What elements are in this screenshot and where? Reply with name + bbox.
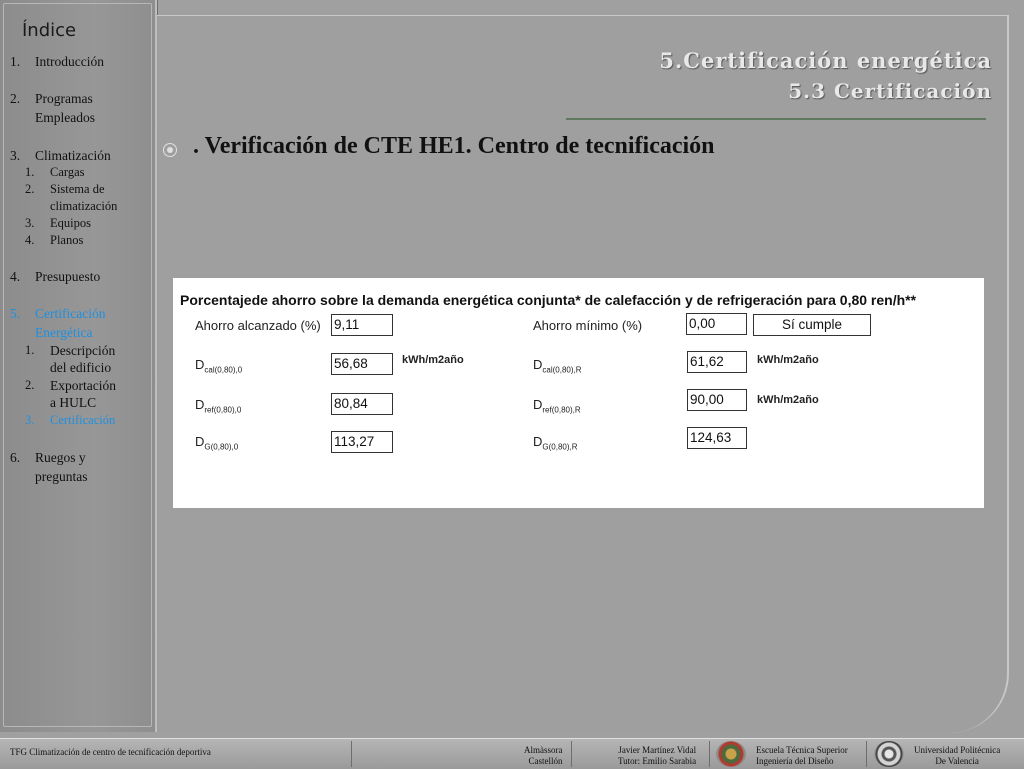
unit-label: kWh/m2año [757,394,819,406]
toc-label: Ruegos y preguntas [35,450,88,484]
footer-bar: TFG Climatización de centro de tecnifica… [0,738,1024,769]
toc-label: Introducción [35,54,104,69]
dcal-value: 56,68 [331,353,393,375]
sidebar-index: Índice 1. Introducción 2. Programas Empl… [0,0,158,732]
footer-place: Almàssora Castellón [524,745,563,766]
slide-title: 5.Certificación energética [659,48,992,73]
footer-university: Universidad Politécnica De Valencia [914,745,1001,766]
dref-r-label: Dref(0,80),R [533,397,581,415]
slide-subtitle: 5.3 Certificación [788,79,992,103]
ahorro-minimo-label: Ahorro mínimo (%) [533,318,643,333]
toc-label: Certificación Energética [35,306,106,340]
footer-author: Javier Martínez Vidal Tutor: Emilio Sarab… [618,745,697,766]
dcal-ref-label: Dcal(0,80),0 [195,357,243,375]
toc-label: Climatización [35,148,111,163]
footer-divider [351,741,352,767]
dg-label: DG(0,80),0 [195,434,239,452]
title-underline [566,118,986,120]
sidebar-title: Índice [22,20,77,41]
verification-table: Porcentajede ahorro sobre la demanda ene… [173,278,984,508]
dref-label: Dref(0,80),0 [195,397,242,415]
footer-divider [571,741,572,767]
toc-label: Presupuesto [35,269,101,284]
unit-label: kWh/m2año [402,354,464,366]
slide: Índice 1. Introducción 2. Programas Empl… [0,0,1024,769]
dcal-r-value: 61,62 [687,351,747,373]
dcal-r-label: Dcal(0,80),R [533,357,582,375]
unit-label: kWh/m2año [757,354,819,366]
dref-value: 80,84 [331,393,393,415]
table-title: Porcentajede ahorro sobre la demanda ene… [180,292,917,308]
footer-school: Escuela Técnica Superior Ingeniería del D… [756,745,848,766]
bullet-heading: . Verificación de CTE HE1. Centro de tec… [193,133,715,159]
ahorro-alcanzado-label: Ahorro alcanzado (%) [195,318,321,333]
footer-divider [709,741,710,767]
dg-r-value: 124,63 [687,427,747,449]
footer-divider [866,741,867,767]
footer-project: TFG Climatización de centro de tecnifica… [10,747,211,757]
cumple-status-badge: Sí cumple [753,314,871,336]
circle-bullet-icon [163,143,177,157]
school-logo-icon [716,741,746,767]
toc-label: Programas Empleados [35,91,95,125]
university-seal-icon [874,741,904,767]
ahorro-minimo-value: 0,00 [686,313,747,335]
dg-r-label: DG(0,80),R [533,434,578,452]
ahorro-alcanzado-value: 9,11 [331,314,393,336]
dref-r-value: 90,00 [687,389,747,411]
dg-value: 113,27 [331,431,393,453]
